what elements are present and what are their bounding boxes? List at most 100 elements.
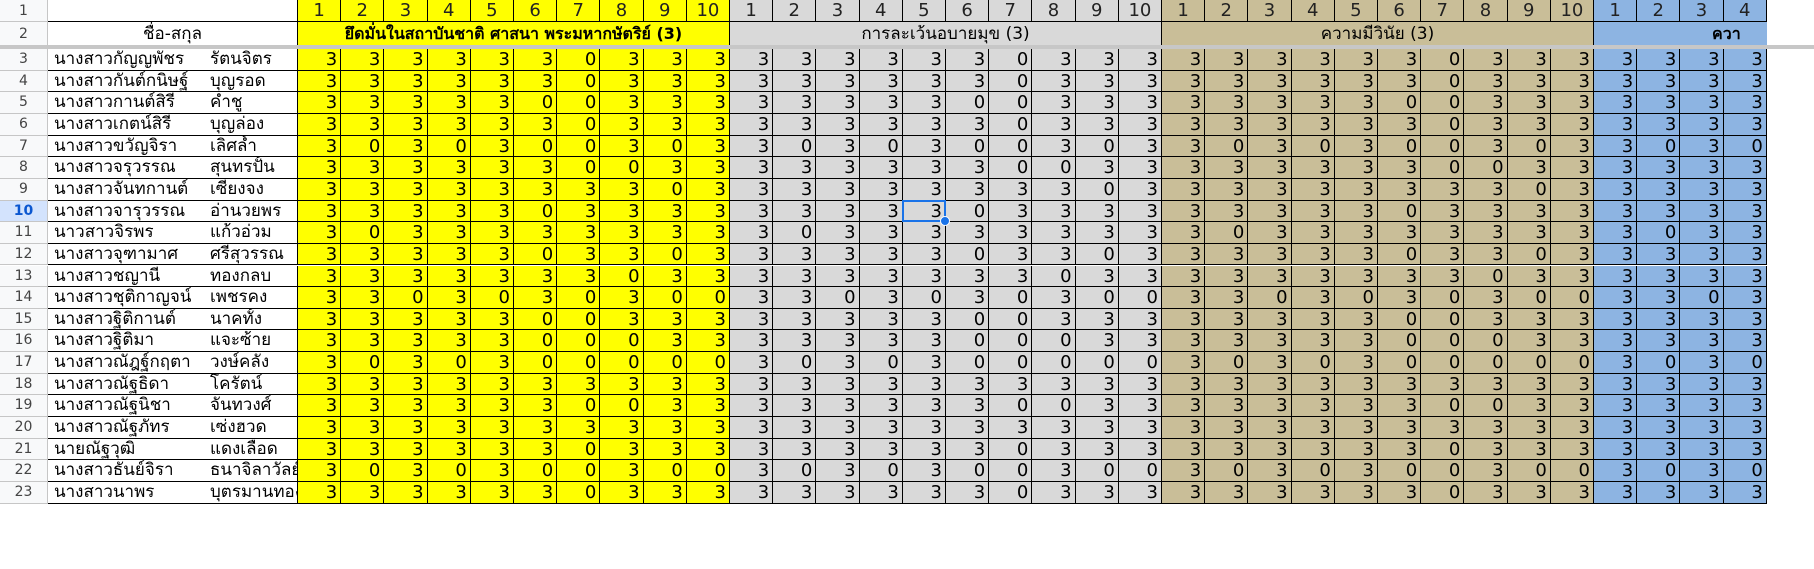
score-cell[interactable]: 0 bbox=[1248, 287, 1292, 309]
score-cell[interactable]: 3 bbox=[1334, 157, 1378, 179]
score-cell[interactable]: 3 bbox=[1248, 417, 1292, 439]
score-cell[interactable]: 3 bbox=[298, 482, 342, 504]
score-cell[interactable]: 3 bbox=[1248, 352, 1292, 374]
score-cell[interactable]: 0 bbox=[643, 352, 687, 374]
score-cell[interactable]: 3 bbox=[427, 308, 471, 331]
score-cell[interactable]: 3 bbox=[1291, 287, 1335, 309]
column-number[interactable]: 7 bbox=[1421, 0, 1465, 22]
score-cell[interactable]: 3 bbox=[1637, 438, 1681, 461]
row-header[interactable]: 18 bbox=[0, 373, 48, 396]
score-cell[interactable]: 0 bbox=[989, 49, 1033, 71]
score-cell[interactable]: 3 bbox=[1594, 157, 1638, 179]
score-cell[interactable]: 3 bbox=[1248, 157, 1292, 179]
score-cell[interactable]: 3 bbox=[470, 200, 514, 223]
score-cell[interactable]: 0 bbox=[1464, 157, 1508, 179]
score-cell[interactable]: 3 bbox=[1637, 417, 1681, 439]
score-cell[interactable]: 3 bbox=[1378, 222, 1422, 244]
score-cell[interactable]: 3 bbox=[686, 395, 730, 418]
score-cell[interactable]: 3 bbox=[859, 113, 903, 136]
score-cell[interactable]: 3 bbox=[816, 438, 860, 461]
score-cell[interactable]: 3 bbox=[1464, 373, 1508, 396]
score-cell[interactable]: 3 bbox=[1248, 373, 1292, 396]
score-cell[interactable]: 0 bbox=[514, 460, 558, 482]
score-cell[interactable]: 3 bbox=[1118, 178, 1162, 201]
score-cell[interactable]: 3 bbox=[470, 265, 514, 288]
score-cell[interactable]: 3 bbox=[470, 308, 514, 331]
score-cell[interactable]: 3 bbox=[1680, 417, 1724, 439]
row-header[interactable]: 9 bbox=[0, 178, 48, 201]
score-cell[interactable]: 3 bbox=[298, 135, 342, 158]
score-cell[interactable]: 3 bbox=[600, 308, 644, 331]
score-cell[interactable]: 3 bbox=[1594, 330, 1638, 353]
score-cell[interactable]: 3 bbox=[1032, 417, 1076, 439]
score-cell[interactable]: 3 bbox=[643, 438, 687, 461]
row-header[interactable]: 4 bbox=[0, 70, 48, 93]
student-name-cell[interactable]: นางสาวฐิติมา แจะซ้าย bbox=[48, 330, 298, 353]
score-cell[interactable]: 3 bbox=[1550, 330, 1594, 353]
score-cell[interactable]: 3 bbox=[686, 330, 730, 353]
score-cell[interactable]: 3 bbox=[1594, 113, 1638, 136]
score-cell[interactable]: 3 bbox=[1162, 482, 1206, 504]
score-cell[interactable]: 3 bbox=[816, 417, 860, 439]
score-cell[interactable]: 3 bbox=[1075, 49, 1119, 71]
score-cell[interactable]: 3 bbox=[1162, 287, 1206, 309]
student-name-cell[interactable]: นางสาวกานต์สิรี คำชู bbox=[48, 92, 298, 114]
score-cell[interactable]: 3 bbox=[1464, 92, 1508, 114]
score-cell[interactable]: 0 bbox=[557, 308, 601, 331]
score-cell[interactable]: 3 bbox=[1723, 373, 1767, 396]
score-cell[interactable]: 3 bbox=[514, 287, 558, 309]
score-cell[interactable]: 0 bbox=[470, 287, 514, 309]
score-cell[interactable]: 3 bbox=[384, 265, 428, 288]
score-cell[interactable]: 3 bbox=[1378, 287, 1422, 309]
score-cell[interactable]: 0 bbox=[1118, 460, 1162, 482]
score-cell[interactable]: 0 bbox=[773, 352, 817, 374]
score-cell[interactable]: 3 bbox=[1680, 373, 1724, 396]
score-cell[interactable]: 3 bbox=[773, 92, 817, 114]
score-cell[interactable]: 3 bbox=[816, 157, 860, 179]
score-cell[interactable]: 0 bbox=[1378, 243, 1422, 266]
score-cell[interactable]: 3 bbox=[1594, 222, 1638, 244]
score-cell[interactable]: 3 bbox=[600, 373, 644, 396]
score-cell[interactable]: 3 bbox=[1594, 70, 1638, 93]
score-cell[interactable]: 3 bbox=[384, 417, 428, 439]
row-header[interactable]: 15 bbox=[0, 308, 48, 331]
score-cell[interactable]: 3 bbox=[643, 308, 687, 331]
score-cell[interactable]: 3 bbox=[384, 373, 428, 396]
score-cell[interactable]: 3 bbox=[1637, 92, 1681, 114]
score-cell[interactable]: 3 bbox=[600, 113, 644, 136]
score-cell[interactable]: 3 bbox=[1205, 265, 1249, 288]
score-cell[interactable]: 3 bbox=[1334, 92, 1378, 114]
score-cell[interactable]: 0 bbox=[989, 308, 1033, 331]
score-cell[interactable]: 3 bbox=[600, 287, 644, 309]
score-cell[interactable]: 3 bbox=[643, 200, 687, 223]
score-cell[interactable]: 3 bbox=[1118, 438, 1162, 461]
score-cell[interactable]: 3 bbox=[1118, 70, 1162, 93]
score-cell[interactable]: 3 bbox=[946, 222, 990, 244]
score-cell[interactable]: 3 bbox=[298, 417, 342, 439]
score-cell[interactable]: 3 bbox=[816, 70, 860, 93]
score-cell[interactable]: 3 bbox=[1464, 482, 1508, 504]
score-cell[interactable]: 3 bbox=[1334, 70, 1378, 93]
score-cell[interactable]: 3 bbox=[1723, 70, 1767, 93]
row-header[interactable]: 17 bbox=[0, 352, 48, 374]
score-cell[interactable]: 3 bbox=[730, 70, 774, 93]
score-cell[interactable]: 3 bbox=[1248, 438, 1292, 461]
score-cell[interactable]: 0 bbox=[341, 460, 385, 482]
score-cell[interactable]: 3 bbox=[1637, 243, 1681, 266]
score-cell[interactable]: 3 bbox=[1334, 178, 1378, 201]
score-cell[interactable]: 3 bbox=[730, 200, 774, 223]
score-cell[interactable]: 3 bbox=[730, 265, 774, 288]
score-cell[interactable]: 3 bbox=[1723, 395, 1767, 418]
score-cell[interactable]: 3 bbox=[298, 265, 342, 288]
score-cell[interactable]: 3 bbox=[859, 482, 903, 504]
score-cell[interactable]: 3 bbox=[1334, 482, 1378, 504]
score-cell[interactable]: 3 bbox=[427, 200, 471, 223]
score-cell[interactable]: 3 bbox=[1291, 178, 1335, 201]
score-cell[interactable]: 3 bbox=[1594, 200, 1638, 223]
score-cell[interactable]: 3 bbox=[1248, 49, 1292, 71]
score-cell[interactable]: 3 bbox=[1334, 460, 1378, 482]
score-cell[interactable]: 3 bbox=[1205, 243, 1249, 266]
score-cell[interactable]: 0 bbox=[1032, 352, 1076, 374]
score-cell[interactable]: 3 bbox=[730, 243, 774, 266]
score-cell[interactable]: 0 bbox=[341, 222, 385, 244]
